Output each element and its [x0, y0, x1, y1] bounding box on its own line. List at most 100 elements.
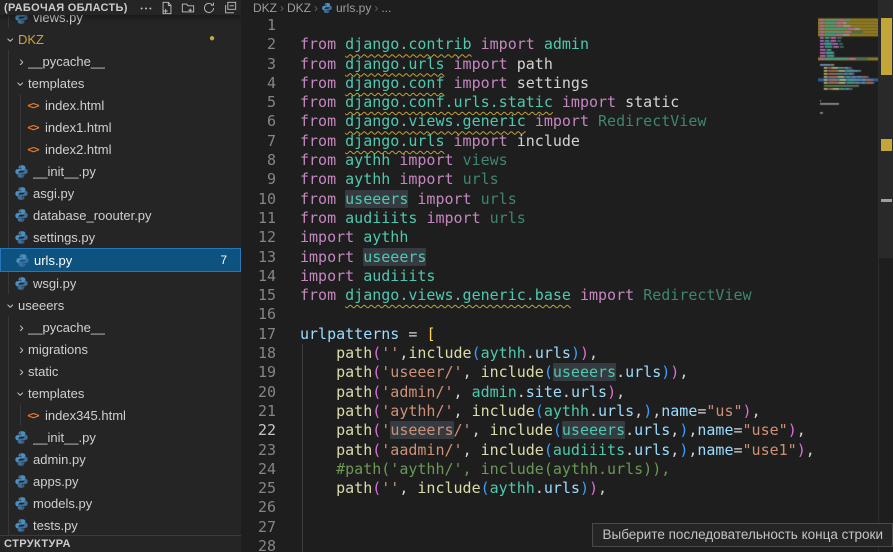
overview-ruler[interactable] [878, 0, 893, 552]
line-number[interactable]: 7 [241, 132, 276, 151]
tree-item-views-py[interactable]: views.py [0, 15, 241, 28]
line-number[interactable]: 26 [241, 498, 276, 517]
code-line-19[interactable]: path('useeer/', include(useeers.urls)), [300, 363, 817, 382]
code-line-4[interactable]: from django.conf import settings [300, 74, 817, 93]
line-number[interactable]: 14 [241, 267, 276, 286]
eol-sequence-tooltip: Выберите последовательность конца строки [592, 523, 893, 547]
line-number[interactable]: 15 [241, 286, 276, 305]
tree-item-templates[interactable]: ›templates [0, 72, 241, 94]
code-line-20[interactable]: path('admin/', admin.site.urls), [300, 383, 817, 402]
code-line-18[interactable]: path('',include(aythh.urls)), [300, 344, 817, 363]
code-line-25[interactable]: path('', include(aythh.urls)), [300, 479, 817, 498]
line-number[interactable]: 1 [241, 16, 276, 35]
code-line-22[interactable]: path('useeers/', include(useeers.urls,),… [300, 421, 817, 440]
breadcrumb-label: ... [381, 1, 391, 15]
tree-item-database-roouter-py[interactable]: database_roouter.py [0, 204, 241, 226]
code-line-10[interactable]: from useeers import urls [300, 190, 817, 209]
tree-item-wsgi-py[interactable]: wsgi.py [0, 272, 241, 294]
code-line-17[interactable]: urlpatterns = [ [300, 325, 817, 344]
line-number[interactable]: 23 [241, 441, 276, 460]
tree-item-apps-py[interactable]: apps.py [0, 470, 241, 492]
line-number[interactable]: 3 [241, 55, 276, 74]
tree-item-static[interactable]: ›static [0, 360, 241, 382]
breadcrumb-separator: › [280, 1, 284, 15]
breadcrumb-item[interactable]: urls.py [321, 1, 371, 15]
code-line-15[interactable]: from django.views.generic.base import Re… [300, 286, 817, 305]
line-number[interactable]: 2 [241, 35, 276, 54]
line-number[interactable]: 22 [241, 421, 276, 440]
line-number[interactable]: 8 [241, 151, 276, 170]
tree-item-migrations[interactable]: ›migrations [0, 338, 241, 360]
code-line-16[interactable] [300, 305, 817, 324]
tree-item-useeers[interactable]: ›useeers [0, 294, 241, 316]
line-number[interactable]: 10 [241, 190, 276, 209]
code-line-2[interactable]: from django.contrib import admin [300, 35, 817, 54]
code-line-5[interactable]: from django.conf.urls.static import stat… [300, 93, 817, 112]
tree-item--pycache-[interactable]: ›__pycache__ [0, 316, 241, 338]
code-line-12[interactable]: import aythh [300, 228, 817, 247]
tree-item-tests-py[interactable]: tests.py [0, 514, 241, 536]
code-line-7[interactable]: from django.urls import include [300, 132, 817, 151]
line-number[interactable]: 13 [241, 248, 276, 267]
tree-item-label: index345.html [45, 408, 126, 423]
line-number[interactable]: 25 [241, 479, 276, 498]
code-line-11[interactable]: from audiiits import urls [300, 209, 817, 228]
code-line-13[interactable]: import useeers [300, 248, 817, 267]
more-actions-icon[interactable] [139, 1, 153, 15]
breadcrumb-item[interactable]: DKZ [287, 1, 311, 15]
tree-item-index1-html[interactable]: <>index1.html [0, 116, 241, 138]
tree-item-index-html[interactable]: <>index.html [0, 94, 241, 116]
new-file-icon[interactable] [160, 1, 174, 15]
line-number[interactable]: 17 [241, 325, 276, 344]
code-editor[interactable]: from django.contrib import adminfrom dja… [300, 16, 817, 552]
line-number[interactable]: 21 [241, 402, 276, 421]
tree-item-models-py[interactable]: models.py [0, 492, 241, 514]
tree-item-settings-py[interactable]: settings.py [0, 226, 241, 248]
line-number[interactable]: 20 [241, 383, 276, 402]
line-number[interactable]: 5 [241, 93, 276, 112]
line-number[interactable]: 18 [241, 344, 276, 363]
breadcrumb-label: DKZ [287, 1, 311, 15]
tree-item-admin-py[interactable]: admin.py [0, 448, 241, 470]
outline-section-header[interactable]: СТРУКТУРА [0, 535, 241, 552]
line-number[interactable]: 6 [241, 112, 276, 131]
code-line-8[interactable]: from aythh import views [300, 151, 817, 170]
breadcrumb-item[interactable]: DKZ [253, 1, 277, 15]
code-line-1[interactable] [300, 16, 817, 35]
tree-item-index345-html[interactable]: <>index345.html [0, 404, 241, 426]
explorer-section-header[interactable]: (РАБОЧАЯ ОБЛАСТЬ) ... [0, 0, 241, 15]
tree-item--pycache-[interactable]: ›__pycache__ [0, 50, 241, 72]
line-number[interactable]: 27 [241, 518, 276, 537]
code-line-6[interactable]: from django.views.generic import Redirec… [300, 112, 817, 131]
line-number[interactable]: 9 [241, 170, 276, 189]
line-number[interactable]: 4 [241, 74, 276, 93]
chevron-right-icon: › [15, 342, 28, 356]
tree-item-asgi-py[interactable]: asgi.py [0, 182, 241, 204]
line-number[interactable]: 12 [241, 228, 276, 247]
tree-item-index2-html[interactable]: <>index2.html [0, 138, 241, 160]
code-line-24[interactable]: #path('aythh/', include(aythh.urls)), [300, 460, 817, 479]
breadcrumb-item[interactable]: ... [381, 1, 391, 15]
line-number[interactable]: 24 [241, 460, 276, 479]
line-number[interactable]: 16 [241, 305, 276, 324]
tree-item-urls-py[interactable]: urls.py7 [0, 248, 241, 272]
tree-item-templates[interactable]: ›templates [0, 382, 241, 404]
new-folder-icon[interactable] [181, 1, 195, 15]
line-number[interactable]: 11 [241, 209, 276, 228]
code-line-9[interactable]: from aythh import urls [300, 170, 817, 189]
tree-item--init-py[interactable]: __init__.py [0, 426, 241, 448]
tree-item-dkz[interactable]: ›DKZ● [0, 28, 241, 50]
line-number[interactable]: 28 [241, 537, 276, 552]
refresh-icon[interactable] [202, 1, 216, 15]
tree-item-label: templates [28, 386, 84, 401]
code-line-23[interactable]: path('aadmin/', include(audiiits.urls,),… [300, 441, 817, 460]
line-number[interactable]: 19 [241, 363, 276, 382]
minimap[interactable] [818, 14, 878, 552]
code-line-3[interactable]: from django.urls import path [300, 55, 817, 74]
tree-item--init-py[interactable]: __init__.py [0, 160, 241, 182]
code-line-14[interactable]: import audiiits [300, 267, 817, 286]
line-number-gutter[interactable]: 1234567891011121314151617181920212223242… [241, 16, 276, 552]
collapse-all-icon[interactable] [223, 1, 237, 15]
code-line-21[interactable]: path('aythh/', include(aythh.urls,),name… [300, 402, 817, 421]
code-line-26[interactable] [300, 498, 817, 517]
